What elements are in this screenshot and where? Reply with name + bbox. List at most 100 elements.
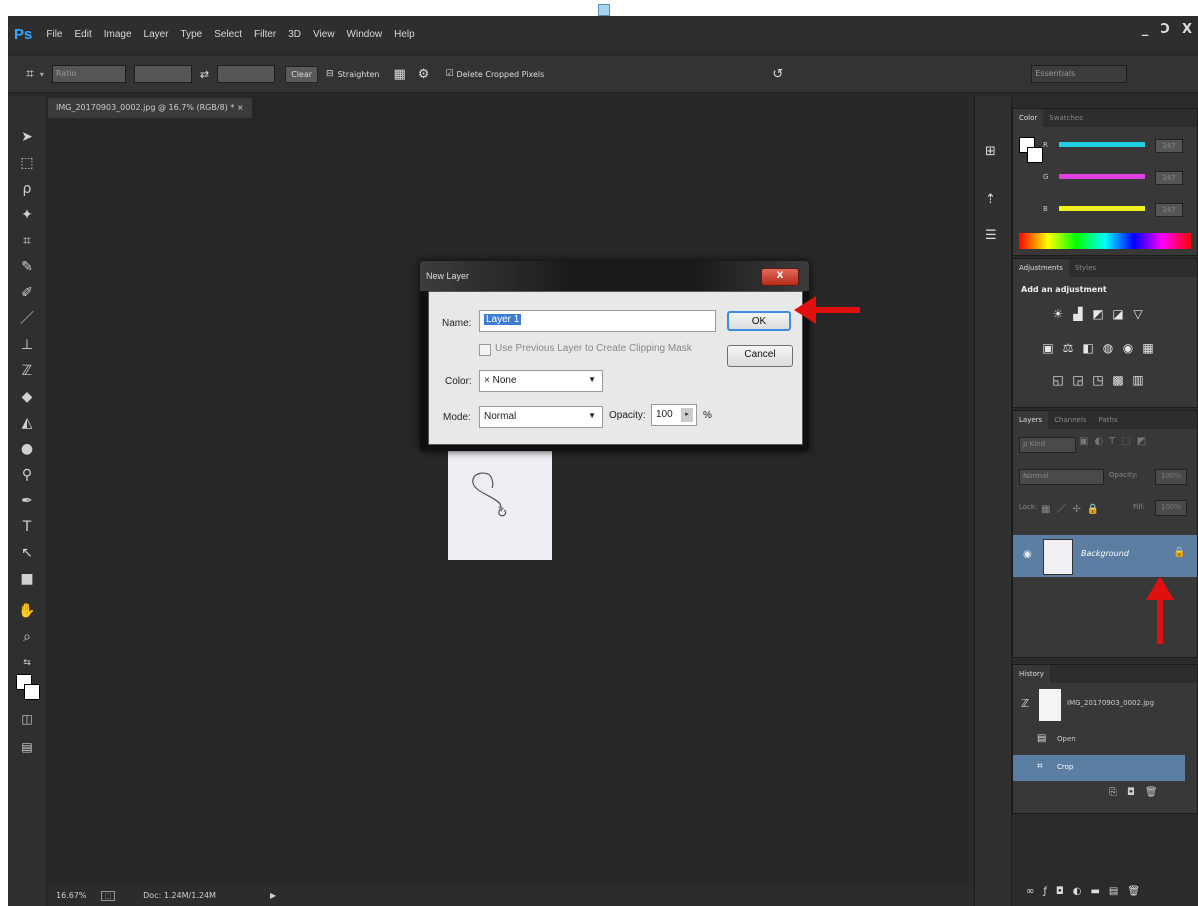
document-tab[interactable]: IMG_20170903_0002.jpg @ 16.7% (RGB/8) * … <box>48 98 252 118</box>
canvas-area[interactable] <box>48 118 968 885</box>
pen-tool-icon[interactable]: ✒ <box>16 490 38 512</box>
tab-channels[interactable]: Channels <box>1048 411 1092 429</box>
fill-input[interactable]: 100% <box>1155 500 1187 516</box>
tab-styles[interactable]: Styles <box>1069 259 1102 277</box>
foreground-background-colors[interactable] <box>16 674 40 700</box>
history-brush-source-icon[interactable]: ℤ <box>1021 697 1029 710</box>
grid-overlay-icon[interactable]: ▦ <box>394 67 406 82</box>
menu-image[interactable]: Image <box>104 29 132 40</box>
layer-filter-icons[interactable]: ▣◐T⬚◩ <box>1079 436 1152 447</box>
color-select[interactable]: × None ▼ <box>479 370 603 392</box>
brush-presets-dock-icon[interactable]: ⇡ <box>985 192 996 207</box>
close-window-button[interactable]: X <box>1182 22 1192 37</box>
brightness-icon[interactable]: ☀ <box>1049 307 1067 321</box>
menu-edit[interactable]: Edit <box>74 29 91 40</box>
ratio-select[interactable]: Ratio <box>51 65 126 83</box>
photo-filter-icon[interactable]: ◍ <box>1099 341 1117 355</box>
hand-tool-icon[interactable]: ✋ <box>16 600 38 622</box>
clear-button[interactable]: Clear <box>285 65 319 83</box>
zoom-fit-icon[interactable]: ⬚ <box>100 890 116 901</box>
type-tool-icon[interactable]: T <box>16 516 38 538</box>
screen-mode-icon[interactable]: ▤ <box>16 736 38 758</box>
exposure-icon[interactable]: ◪ <box>1109 307 1127 321</box>
path-selection-tool-icon[interactable]: ↖ <box>16 542 38 564</box>
tab-adjustments[interactable]: Adjustments <box>1013 259 1069 277</box>
eraser-tool-icon[interactable]: ◆ <box>16 386 38 408</box>
selective-color-icon[interactable]: ▥ <box>1129 373 1147 387</box>
swap-colors-icon[interactable]: ⇆ <box>16 652 38 674</box>
curves-icon[interactable]: ◩ <box>1089 307 1107 321</box>
swap-icon[interactable]: ⇄ <box>200 68 209 81</box>
ok-button[interactable]: OK <box>727 311 791 331</box>
color-slider-r[interactable]: R 247 <box>1043 139 1193 153</box>
chevron-down-icon[interactable]: ▾ <box>40 70 44 79</box>
blend-mode-select[interactable]: Normal <box>1019 469 1104 485</box>
history-step-open[interactable]: ▤ Open <box>1013 727 1185 753</box>
restore-button[interactable]: Ɔ <box>1160 22 1170 37</box>
hue-saturation-icon[interactable]: ▣ <box>1039 341 1057 355</box>
tab-paths[interactable]: Paths <box>1093 411 1124 429</box>
menu-filter[interactable]: Filter <box>254 29 276 40</box>
zoom-tool-icon[interactable]: ⌕ <box>16 626 38 648</box>
healing-brush-tool-icon[interactable]: ✐ <box>16 282 38 304</box>
brush-tool-icon[interactable]: ／ <box>16 308 38 330</box>
color-lookup-icon[interactable]: ▦ <box>1139 341 1157 355</box>
height-input[interactable] <box>217 65 276 83</box>
color-slider-g[interactable]: G 247 <box>1043 171 1193 185</box>
color-spectrum-ramp[interactable] <box>1019 233 1191 249</box>
black-white-icon[interactable]: ◧ <box>1079 341 1097 355</box>
reset-icon[interactable]: ↺ <box>772 67 783 82</box>
eyedropper-tool-icon[interactable]: ✎ <box>16 256 38 278</box>
dodge-tool-icon[interactable]: ⚲ <box>16 464 38 486</box>
blur-tool-icon[interactable]: ● <box>16 438 38 460</box>
history-dock-icon[interactable]: ⊞ <box>985 144 996 159</box>
layer-name-input[interactable]: Layer 1 <box>479 310 716 332</box>
tab-layers[interactable]: Layers <box>1013 411 1049 429</box>
status-menu-arrow-icon[interactable]: ▶ <box>270 891 276 900</box>
visibility-eye-icon[interactable]: ◉ <box>1023 549 1032 560</box>
minimize-button[interactable]: _ <box>1142 22 1149 37</box>
history-snapshot[interactable]: ℤ IMG_20170903_0002.jpg <box>1013 685 1185 725</box>
width-input[interactable] <box>133 65 192 83</box>
menu-help[interactable]: Help <box>394 29 415 40</box>
lock-icons[interactable]: ▦／✢🔒 <box>1041 500 1105 515</box>
rectangle-tool-icon[interactable]: ■ <box>16 568 38 590</box>
color-slider-b[interactable]: B 247 <box>1043 203 1193 217</box>
properties-dock-icon[interactable]: ☰ <box>985 228 997 243</box>
menu-select[interactable]: Select <box>214 29 242 40</box>
channel-value[interactable]: 247 <box>1155 139 1183 153</box>
mode-select[interactable]: Normal ▼ <box>479 406 603 428</box>
menu-type[interactable]: Type <box>181 29 203 40</box>
threshold-icon[interactable]: ◳ <box>1089 373 1107 387</box>
opacity-input[interactable]: 100% <box>1155 469 1187 485</box>
posterize-icon[interactable]: ◲ <box>1069 373 1087 387</box>
layer-filter-kind[interactable]: ρ Kind <box>1019 437 1076 453</box>
tab-color[interactable]: Color <box>1013 109 1044 127</box>
gear-icon[interactable]: ⚙ <box>418 67 430 82</box>
channel-value[interactable]: 247 <box>1155 203 1183 217</box>
levels-icon[interactable]: ▟ <box>1069 307 1087 321</box>
tab-swatches[interactable]: Swatches <box>1043 109 1088 127</box>
menu-layer[interactable]: Layer <box>144 29 169 40</box>
marquee-tool-icon[interactable]: ⬚ <box>16 152 38 174</box>
opacity-input[interactable]: 100 ▸ <box>651 404 697 426</box>
magic-wand-tool-icon[interactable]: ✦ <box>16 204 38 226</box>
menu-3d[interactable]: 3D <box>288 29 301 40</box>
layer-row-background[interactable]: ◉ Background 🔒 <box>1013 535 1197 577</box>
dialog-close-button[interactable]: X <box>761 268 799 286</box>
tab-history[interactable]: History <box>1013 665 1050 683</box>
channel-value[interactable]: 247 <box>1155 171 1183 185</box>
cancel-button[interactable]: Cancel <box>727 345 793 367</box>
move-tool-icon[interactable]: ➤ <box>16 126 38 148</box>
history-step-crop[interactable]: ⌗ Crop <box>1013 755 1185 781</box>
document-image[interactable] <box>448 436 552 560</box>
chevron-right-icon[interactable]: ▸ <box>681 408 693 422</box>
layer-name[interactable]: Background <box>1081 549 1129 558</box>
straighten-button[interactable]: Straighten <box>338 70 380 79</box>
menu-file[interactable]: File <box>46 29 62 40</box>
invert-icon[interactable]: ◱ <box>1049 373 1067 387</box>
history-footer-icons[interactable]: ⎘◘🗑 <box>1109 787 1168 798</box>
crop-tool-icon[interactable]: ⌗ <box>16 230 38 252</box>
vibrance-icon[interactable]: ▽ <box>1129 307 1147 321</box>
layers-footer-icons[interactable]: ∞ƒ◘◐▬▤🗑 <box>1026 886 1149 897</box>
